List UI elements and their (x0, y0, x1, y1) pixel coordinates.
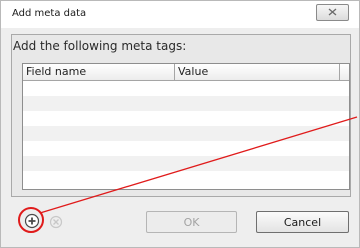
table-rows (23, 81, 349, 189)
table-row[interactable] (23, 156, 349, 171)
column-header-value[interactable]: Value (175, 64, 340, 80)
add-icon (24, 213, 40, 229)
meta-tags-table[interactable]: Field name Value (22, 63, 350, 190)
cancel-button[interactable]: Cancel (256, 211, 349, 233)
panel-prompt: Add the following meta tags: (13, 39, 187, 53)
title-bar: Add meta data (1, 1, 359, 28)
add-tag-button[interactable] (24, 213, 40, 229)
table-row[interactable] (23, 111, 349, 126)
ok-button[interactable]: OK (146, 211, 237, 233)
dialog-title: Add meta data (12, 8, 87, 19)
remove-icon (49, 215, 63, 229)
close-icon (328, 8, 337, 16)
table-row[interactable] (23, 141, 349, 156)
table-row[interactable] (23, 171, 349, 186)
column-header-field-name[interactable]: Field name (23, 64, 175, 80)
add-meta-data-dialog: Add meta data Add the following meta tag… (0, 0, 360, 248)
table-row[interactable] (23, 81, 349, 96)
table-row[interactable] (23, 126, 349, 141)
close-button[interactable] (316, 4, 349, 21)
remove-tag-button[interactable] (49, 214, 63, 229)
table-header: Field name Value (23, 64, 349, 81)
table-row[interactable] (23, 96, 349, 111)
